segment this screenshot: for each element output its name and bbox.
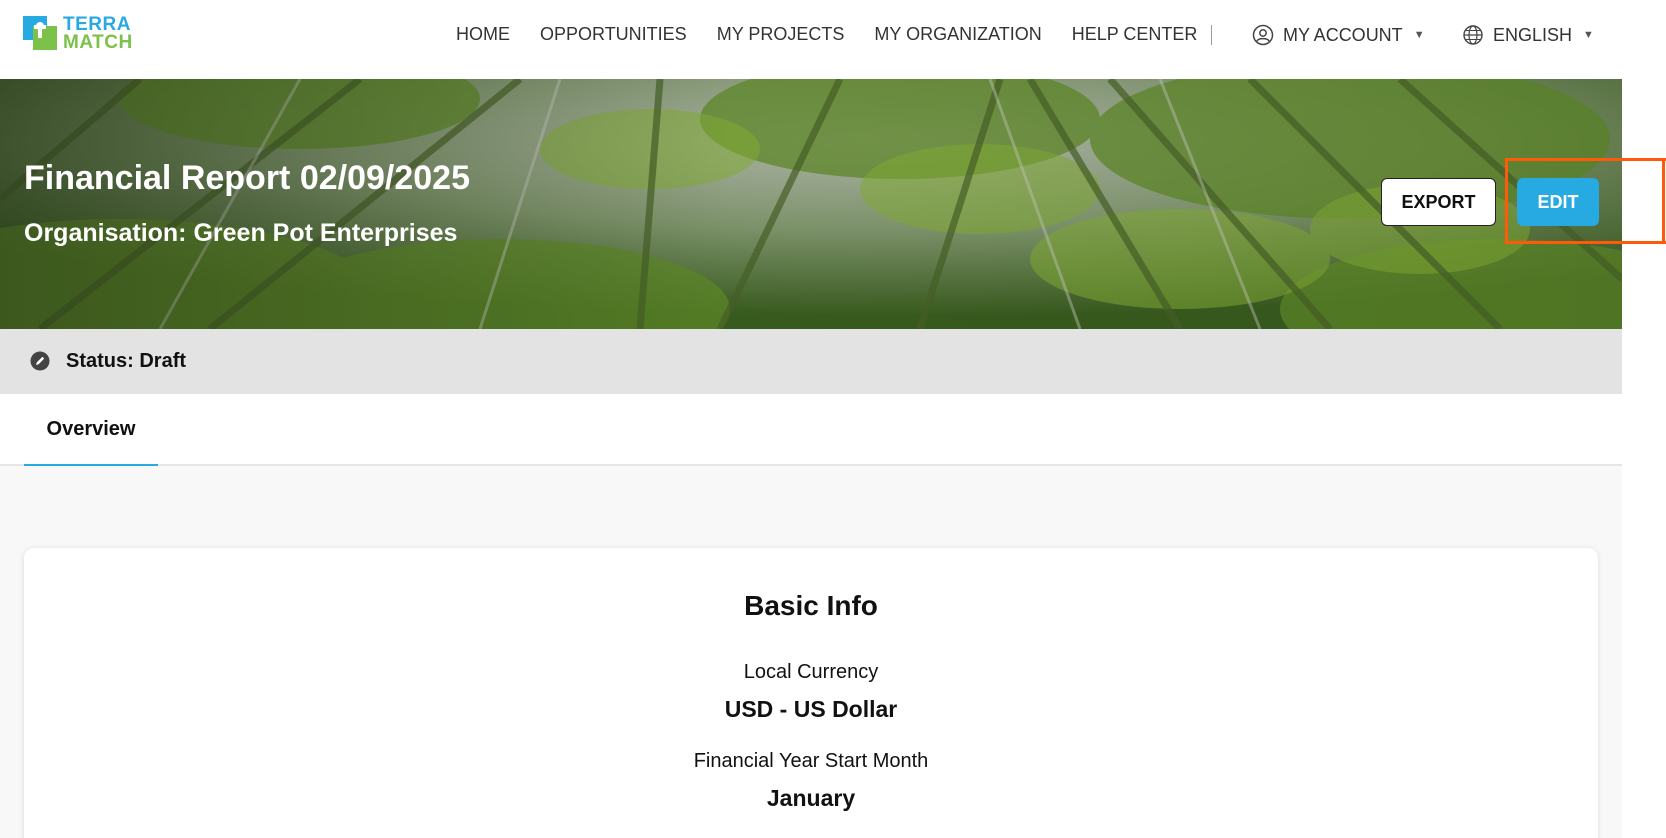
logo-line2: MATCH [63, 32, 133, 53]
organisation-subtitle: Organisation: Green Pot Enterprises [24, 219, 458, 247]
language-label: ENGLISH [1493, 24, 1573, 45]
status-label: Status: Draft [66, 350, 187, 372]
tab-bar: Overview [0, 394, 1622, 466]
fy-start-month-label: Financial Year Start Month [693, 750, 929, 772]
fy-start-month-value: January [766, 785, 856, 811]
user-circle-icon [1252, 24, 1274, 46]
chevron-down-icon: ▼ [1583, 29, 1594, 41]
nav-divider [1211, 25, 1212, 45]
page-title: Financial Report 02/09/2025 [24, 159, 470, 197]
logo-mark-icon [23, 16, 57, 50]
hero-overlay [0, 79, 1622, 329]
nav-link-my-organization[interactable]: MY ORGANIZATION [874, 24, 1041, 45]
local-currency-value: USD - US Dollar [724, 696, 898, 722]
logo-wordmark: TERRA MATCH [63, 15, 133, 53]
nav-links: HOME OPPORTUNITIES MY PROJECTS MY ORGANI… [456, 24, 1227, 45]
edit-highlight-annotation [1505, 158, 1666, 244]
chevron-down-icon: ▼ [1413, 29, 1425, 41]
basic-info-card: Basic Info Local Currency USD - US Dolla… [24, 548, 1598, 838]
page: TERRA MATCH HOME OPPORTUNITIES MY PROJEC… [0, 0, 1666, 838]
local-currency-label: Local Currency [743, 661, 879, 683]
language-dropdown[interactable]: ENGLISH ▼ [1462, 24, 1594, 46]
nav-link-home[interactable]: HOME [456, 24, 510, 45]
main-content: Basic Info Local Currency USD - US Dolla… [0, 466, 1622, 838]
edit-highlight-annotation-edge [1662, 158, 1665, 244]
my-account-dropdown[interactable]: MY ACCOUNT ▼ [1252, 24, 1425, 46]
terramatch-logo[interactable]: TERRA MATCH [23, 15, 163, 54]
status-bar: Status: Draft [0, 329, 1622, 394]
nav-link-opportunities[interactable]: OPPORTUNITIES [540, 24, 687, 45]
export-button[interactable]: EXPORT [1381, 178, 1496, 226]
globe-icon [1462, 24, 1484, 46]
tab-overview[interactable]: Overview [24, 394, 158, 466]
nav-link-help-center[interactable]: HELP CENTER [1072, 24, 1198, 45]
basic-info-title: Basic Info [744, 590, 878, 621]
top-navigation: TERRA MATCH HOME OPPORTUNITIES MY PROJEC… [0, 0, 1622, 79]
my-account-label: MY ACCOUNT [1283, 24, 1403, 45]
nav-link-my-projects[interactable]: MY PROJECTS [717, 24, 845, 45]
hero-banner: Financial Report 02/09/2025 Organisation… [0, 79, 1622, 329]
pencil-circle-icon [30, 351, 50, 376]
